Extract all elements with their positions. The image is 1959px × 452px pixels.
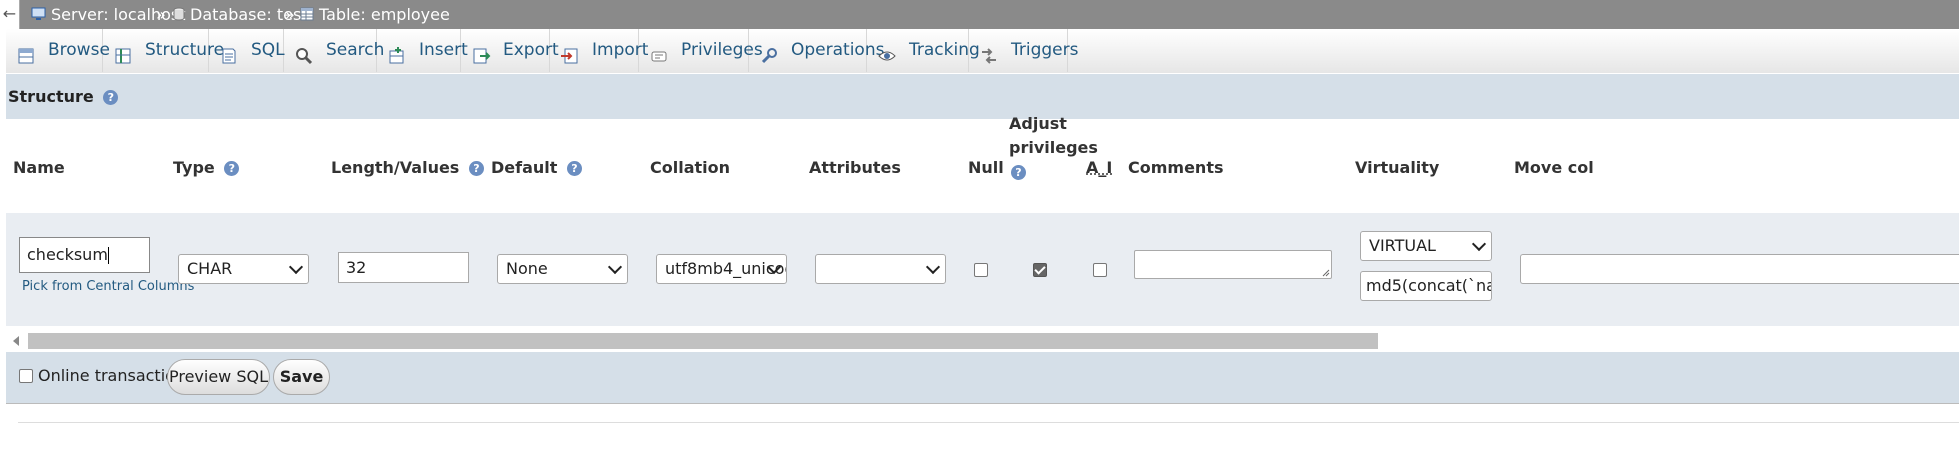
header-length-label: Length/Values <box>331 158 460 177</box>
type-value: CHAR <box>187 259 233 278</box>
header-null: Null <box>968 158 1004 177</box>
online-transaction-text: Online transaction <box>38 366 186 385</box>
header-type: Type ? <box>173 158 240 177</box>
header-adjust-privileges: Adjust privileges ? <box>1009 112 1098 184</box>
breadcrumb-table[interactable]: Table: employee <box>300 0 450 29</box>
search-icon <box>294 40 314 65</box>
move-column-select[interactable] <box>1520 254 1959 284</box>
header-virtuality: Virtuality <box>1355 158 1440 177</box>
virtual-expression-input[interactable]: md5(concat(`name`,i <box>1360 271 1492 301</box>
horizontal-scrollbar[interactable] <box>6 327 1959 351</box>
breadcrumb-table-label: Table: employee <box>319 5 450 24</box>
header-adjust-line2: privileges <box>1009 138 1098 157</box>
breadcrumb-bar: ← Server: localhost » Database: test » T… <box>0 0 1959 29</box>
header-length: Length/Values ? <box>331 158 484 177</box>
adjust-privileges-checkbox[interactable] <box>1033 263 1047 277</box>
breadcrumb-separator: » <box>285 5 295 24</box>
chevron-down-icon <box>607 259 623 275</box>
tab-import[interactable]: Import <box>550 29 648 72</box>
auto-increment-checkbox[interactable] <box>1093 263 1107 277</box>
tab-export[interactable]: Export <box>461 29 559 72</box>
virtuality-value: VIRTUAL <box>1369 236 1436 255</box>
default-select[interactable]: None <box>497 254 628 284</box>
column-name-value: checksum <box>27 245 108 264</box>
column-definition-row: checksum Pick from Central Columns CHAR … <box>6 213 1959 326</box>
online-transaction-checkbox[interactable] <box>19 369 33 383</box>
tab-bar: Browse Structure SQL Search Insert Expor… <box>6 29 1959 74</box>
help-icon[interactable]: ? <box>224 161 240 176</box>
header-default: Default ? <box>491 158 582 177</box>
header-adjust-line1: Adjust <box>1009 114 1067 133</box>
chevron-down-icon <box>1471 236 1487 252</box>
preview-sql-button[interactable]: Preview SQL <box>167 359 270 395</box>
scroll-left-icon[interactable] <box>13 336 19 346</box>
database-icon <box>173 1 185 30</box>
breadcrumb-separator: » <box>156 5 166 24</box>
header-type-label: Type <box>173 158 215 177</box>
tab-triggers[interactable]: Triggers <box>969 29 1079 72</box>
collapse-nav-button[interactable]: ← <box>0 0 20 29</box>
tab-label: SQL <box>251 40 285 60</box>
scrollbar-thumb[interactable] <box>28 333 1378 349</box>
save-button[interactable]: Save <box>273 359 330 395</box>
tab-privileges[interactable]: Privileges <box>639 29 763 72</box>
tab-operations[interactable]: Operations <box>749 29 884 72</box>
help-icon[interactable]: ? <box>468 161 484 176</box>
header-default-label: Default <box>491 158 558 177</box>
null-checkbox[interactable] <box>974 263 988 277</box>
export-icon <box>471 40 491 64</box>
page-title: Structure ? <box>8 87 119 106</box>
tab-insert[interactable]: Insert <box>377 29 468 72</box>
header-comments: Comments <box>1128 158 1224 177</box>
column-name-input[interactable]: checksum <box>19 237 150 273</box>
collation-select[interactable]: utf8mb4_unicode_ <box>656 254 787 284</box>
help-icon[interactable]: ? <box>567 161 582 176</box>
sql-icon <box>219 40 239 64</box>
length-values-input[interactable]: 32 <box>338 252 469 283</box>
header-name: Name <box>13 158 65 177</box>
divider <box>18 422 1959 423</box>
tab-structure[interactable]: Structure <box>103 29 224 72</box>
header-collation: Collation <box>650 158 731 177</box>
table-icon <box>300 1 314 30</box>
tab-label: Triggers <box>1011 40 1079 60</box>
tab-browse[interactable]: Browse <box>6 29 110 72</box>
browse-icon <box>16 40 36 64</box>
tab-sql[interactable]: SQL <box>209 29 285 72</box>
help-icon[interactable]: ? <box>1011 165 1026 180</box>
tab-tracking[interactable]: Tracking <box>867 29 980 72</box>
import-icon <box>560 40 580 64</box>
type-select[interactable]: CHAR <box>178 254 309 284</box>
chevron-down-icon <box>288 259 304 275</box>
tab-search[interactable]: Search <box>284 29 384 72</box>
privileges-icon <box>649 40 669 62</box>
server-icon <box>31 1 46 30</box>
attributes-select[interactable] <box>815 254 946 284</box>
resize-handle-icon[interactable] <box>1322 269 1330 277</box>
header-attributes: Attributes <box>809 158 901 177</box>
chevron-down-icon <box>925 259 941 275</box>
column-headers: Name Type ? Length/Values ? Default ? Co… <box>6 114 1959 213</box>
structure-heading-bar: Structure ? <box>6 73 1959 120</box>
header-move-column: Move col <box>1514 158 1594 177</box>
page-title-label: Structure <box>8 87 94 106</box>
form-footer: Online transaction ? Preview SQL Save <box>6 352 1959 404</box>
tab-label: Browse <box>48 40 110 60</box>
header-auto-increment: A_I <box>1086 158 1113 177</box>
tab-label: Search <box>326 40 385 60</box>
insert-icon <box>387 40 407 64</box>
eye-icon <box>877 40 897 61</box>
comments-textarea[interactable] <box>1134 250 1332 279</box>
help-icon[interactable]: ? <box>103 90 119 105</box>
default-value: None <box>506 259 548 278</box>
triggers-icon <box>979 40 999 64</box>
pick-central-columns-link[interactable]: Pick from Central Columns <box>22 279 194 294</box>
virtuality-select[interactable]: VIRTUAL <box>1360 231 1492 261</box>
wrench-icon <box>759 40 779 64</box>
structure-icon <box>113 40 133 64</box>
